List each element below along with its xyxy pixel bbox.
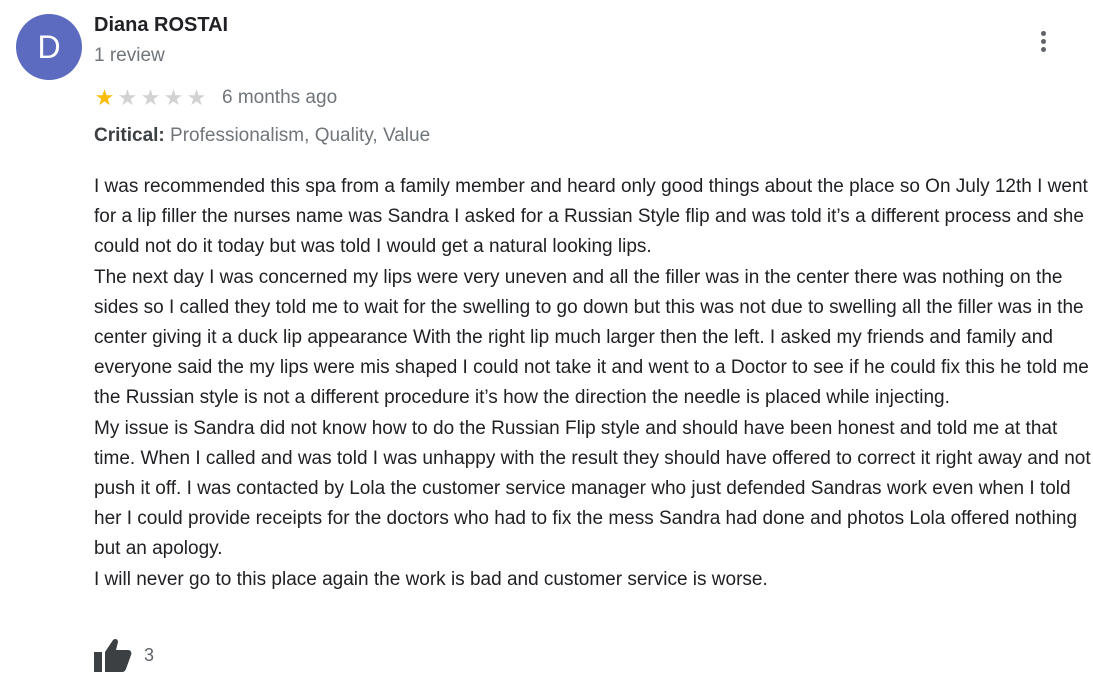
more-options-button[interactable]: [1028, 24, 1058, 58]
review-time: 6 months ago: [222, 87, 338, 108]
reviewer-name[interactable]: Diana ROSTAI: [94, 14, 228, 37]
thumbs-up-icon: [94, 638, 132, 672]
critical-attributes: Critical: Professionalism, Quality, Valu…: [94, 125, 430, 147]
critical-values: Professionalism, Quality, Value: [170, 125, 431, 146]
more-vert-icon: [1040, 30, 1046, 36]
review-paragraph: My issue is Sandra did not know how to d…: [94, 417, 1091, 560]
star-empty-icon: ★: [186, 85, 207, 110]
review-card: D Diana ROSTAI 1 review ★ ★ ★ ★ ★ 6 months a…: [0, 0, 1093, 681]
star-empty-icon: ★: [117, 85, 138, 110]
star-empty-icon: ★: [163, 85, 184, 110]
review-paragraph: I will never go to this place again the …: [94, 568, 768, 590]
like-count: 3: [144, 644, 155, 665]
like-row: 3: [94, 636, 154, 674]
review-text: I was recommended this spa from a family…: [94, 172, 1092, 595]
star-empty-icon: ★: [140, 85, 161, 110]
rating-row: ★ ★ ★ ★ ★ 6 months ago: [93, 85, 338, 111]
review-paragraph: The next day I was concerned my lips wer…: [94, 266, 1089, 409]
star-filled-icon: ★: [94, 85, 115, 110]
review-paragraph: I was recommended this spa from a family…: [94, 176, 1088, 258]
star-rating: ★ ★ ★ ★ ★: [93, 87, 208, 109]
avatar[interactable]: D: [16, 14, 82, 80]
critical-label: Critical:: [94, 125, 165, 146]
like-button[interactable]: [94, 636, 134, 674]
reviewer-review-count: 1 review: [94, 45, 165, 66]
